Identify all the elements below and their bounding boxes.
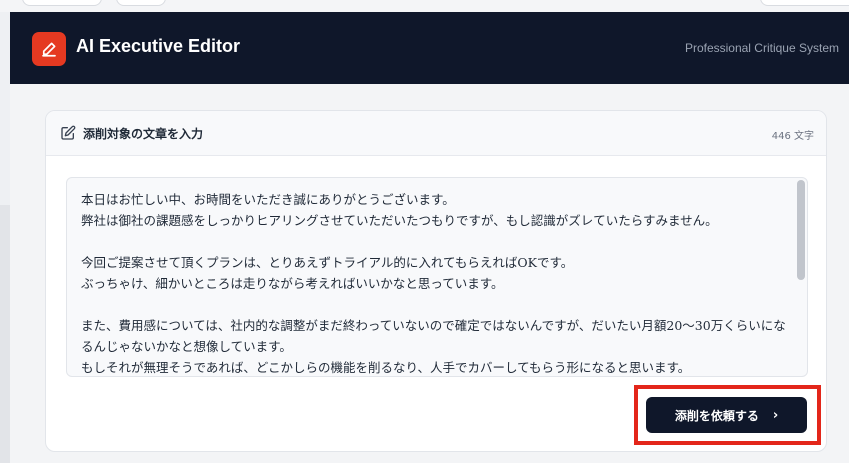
app-title: AI Executive Editor — [76, 36, 241, 56]
char-count: 446 文字 — [771, 131, 814, 142]
textarea-scrollbar[interactable] — [796, 180, 806, 374]
document-textarea[interactable]: 本日はお忙しい中、お時間をいただき誠にありがとうございます。 弊社は御社の課題感… — [66, 177, 808, 377]
page: AI Executive Editor Professional Critiqu… — [10, 12, 849, 463]
app-subtitle: Professional Critique System — [684, 41, 839, 55]
submit-label: 添削を依頼する — [674, 408, 759, 423]
top-tab-button-2[interactable] — [116, 0, 166, 6]
document-text[interactable]: 本日はお忙しい中、お時間をいただき誠にありがとうございます。 弊社は御社の課題感… — [81, 189, 791, 376]
chevron-right-icon: › — [772, 407, 779, 423]
pen-icon — [42, 42, 56, 57]
top-strip — [0, 0, 849, 12]
app-header: AI Executive Editor Professional Critiqu… — [10, 12, 849, 84]
window-scrollbar[interactable] — [0, 205, 10, 463]
app-logo — [32, 32, 66, 66]
card-header: 添削対象の文章を入力 446 文字 — [46, 111, 826, 156]
scrollbar-thumb[interactable] — [797, 180, 805, 280]
top-right-button[interactable] — [760, 0, 849, 6]
card-title: 添削対象の文章を入力 — [83, 127, 204, 141]
top-tab-button[interactable] — [22, 0, 102, 6]
input-card: 添削対象の文章を入力 446 文字 本日はお忙しい中、お時間をいただき誠にありが… — [45, 110, 827, 452]
edit-icon — [61, 125, 76, 140]
submit-critique-button[interactable]: 添削を依頼する › — [646, 397, 807, 433]
